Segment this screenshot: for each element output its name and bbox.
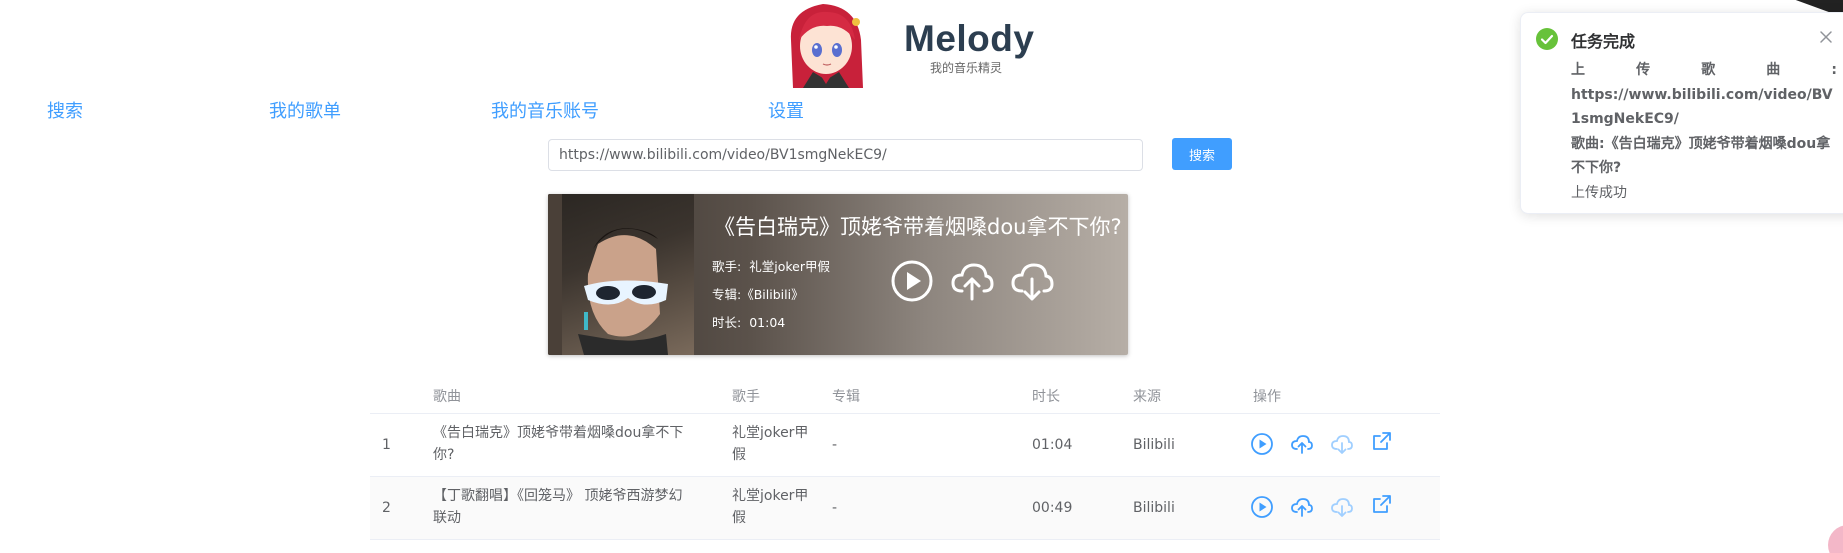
- row-album: -: [832, 437, 838, 453]
- header-singer: 歌手: [732, 389, 760, 405]
- row-album: -: [832, 500, 838, 516]
- header-song: 歌曲: [433, 389, 461, 405]
- notification-line-label: 上传歌曲:: [1571, 62, 1837, 78]
- play-circle-icon[interactable]: [890, 259, 934, 303]
- header-actions: 操作: [1253, 389, 1281, 405]
- cloud-upload-icon[interactable]: [1290, 495, 1314, 519]
- duration-value: 01:04: [749, 315, 786, 330]
- row-index: 2: [382, 500, 391, 516]
- brand-title: Melody: [904, 18, 1035, 59]
- check-circle-icon: [1536, 28, 1558, 50]
- song-card-album: 专辑:《Bilibili》: [712, 284, 804, 303]
- notification-message: 上传歌曲: https://www.bilibili.com/video/BV1…: [1571, 58, 1837, 205]
- brand-avatar: [783, 0, 869, 88]
- brand-subtitle: 我的音乐精灵: [930, 61, 1003, 75]
- row-actions: [1250, 495, 1400, 521]
- search-button[interactable]: 搜索: [1172, 138, 1232, 170]
- external-link-icon[interactable]: [1370, 429, 1394, 453]
- play-circle-icon[interactable]: [1250, 495, 1274, 519]
- table-row: 1 《告白瑞克》顶姥爷带着烟嗓dou拿不下你? 礼堂joker甲假 - 01:0…: [370, 414, 1440, 477]
- search-input[interactable]: [548, 139, 1143, 171]
- header-duration: 时长: [1032, 389, 1060, 405]
- row-actions: [1250, 432, 1400, 458]
- table-row: 2 【丁歌翻唱】《回笼马》 顶姥爷西游梦幻联动 礼堂joker甲假 - 00:4…: [370, 477, 1440, 540]
- song-card-duration: 时长: 01:04: [712, 312, 785, 331]
- song-card: 《告白瑞克》顶姥爷带着烟嗓dou拿不下你? 歌手: 礼堂joker甲假 专辑:《B…: [548, 194, 1128, 355]
- row-source: Bilibili: [1133, 437, 1175, 453]
- album-value: 《Bilibili》: [741, 287, 804, 302]
- nav-search[interactable]: 搜索: [47, 97, 83, 123]
- song-card-title: 《告白瑞克》顶姥爷带着烟嗓dou拿不下你?: [714, 215, 1122, 239]
- row-singer: 礼堂joker甲假: [732, 425, 809, 463]
- notification-toast: 任务完成 上传歌曲: https://www.bilibili.com/vide…: [1520, 12, 1843, 214]
- row-singer: 礼堂joker甲假: [732, 488, 809, 526]
- singer-value: 礼堂joker甲假: [749, 259, 830, 274]
- album-key: 专辑:: [712, 287, 742, 302]
- nav-my-music-account[interactable]: 我的音乐账号: [491, 97, 599, 123]
- cloud-download-icon[interactable]: [1010, 259, 1054, 303]
- row-song: 【丁歌翻唱】《回笼马》 顶姥爷西游梦幻联动: [433, 488, 683, 526]
- close-icon[interactable]: [1819, 29, 1833, 43]
- cloud-download-icon[interactable]: [1330, 432, 1354, 456]
- nav-settings[interactable]: 设置: [768, 97, 804, 123]
- header-source: 来源: [1133, 389, 1161, 405]
- header-album: 专辑: [832, 389, 860, 405]
- row-duration: 01:04: [1032, 437, 1073, 453]
- row-index: 1: [382, 437, 391, 453]
- results-table: 歌曲 歌手 专辑 时长 来源 操作 1 《告白瑞克》顶姥爷带着烟嗓dou拿不下你…: [370, 374, 1440, 540]
- row-song: 《告白瑞克》顶姥爷带着烟嗓dou拿不下你?: [433, 425, 684, 463]
- duration-key: 时长:: [712, 315, 742, 330]
- notification-title: 任务完成: [1571, 32, 1636, 51]
- notification-song: 歌曲:《告白瑞克》顶姥爷带着烟嗓dou拿不下你?: [1571, 135, 1831, 177]
- play-circle-icon[interactable]: [1250, 432, 1274, 456]
- row-source: Bilibili: [1133, 500, 1175, 516]
- external-link-icon[interactable]: [1370, 492, 1394, 516]
- table-header: 歌曲 歌手 专辑 时长 来源 操作: [370, 374, 1440, 414]
- notification-result: 上传成功: [1571, 184, 1627, 201]
- song-card-singer: 歌手: 礼堂joker甲假: [712, 256, 830, 275]
- nav-my-playlists[interactable]: 我的歌单: [269, 97, 341, 123]
- singer-key: 歌手:: [712, 259, 742, 274]
- song-cover-image: [548, 194, 694, 355]
- cloud-download-icon[interactable]: [1330, 495, 1354, 519]
- row-duration: 00:49: [1032, 500, 1073, 516]
- cloud-upload-icon[interactable]: [950, 259, 994, 303]
- notification-url: https://www.bilibili.com/video/BV1smgNek…: [1571, 86, 1833, 128]
- cloud-upload-icon[interactable]: [1290, 432, 1314, 456]
- corner-decoration-pink: [1828, 525, 1843, 553]
